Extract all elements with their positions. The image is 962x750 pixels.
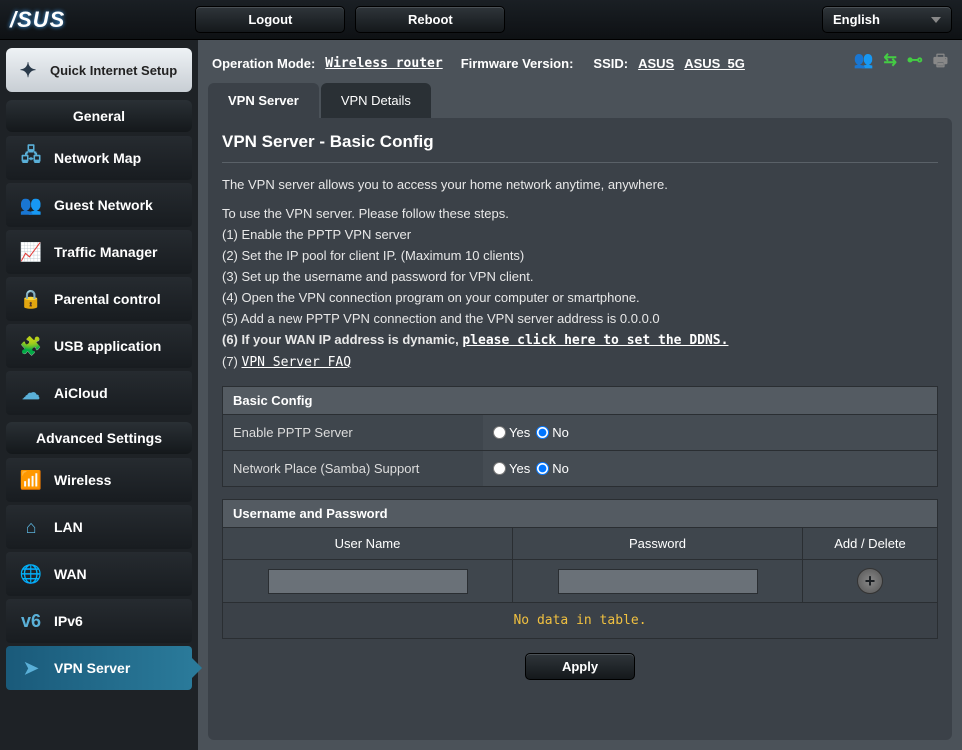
step-3: (3) Set up the username and password for… — [222, 269, 938, 284]
nav-icon: 📈 — [16, 240, 46, 264]
fw-label: Firmware Version: — [461, 56, 574, 71]
quick-setup-button[interactable]: ✦ Quick Internet Setup — [6, 48, 192, 92]
col-password: Password — [513, 528, 803, 560]
intro-text: The VPN server allows you to access your… — [222, 177, 938, 192]
step-5: (5) Add a new PPTP VPN connection and th… — [222, 311, 938, 326]
top-header: /SUS Logout Reboot English — [0, 0, 962, 40]
section-advanced: Advanced Settings — [6, 422, 192, 454]
nav-vpn-server[interactable]: ➤VPN Server — [6, 646, 192, 690]
status-icons: 👥 ⇆ ⊷ 🖶 — [854, 50, 948, 77]
op-mode-label: Operation Mode: — [212, 56, 315, 71]
nav-ipv6[interactable]: v6IPv6 — [6, 599, 192, 643]
tab-vpn-server[interactable]: VPN Server — [208, 83, 319, 118]
follow-text: To use the VPN server. Please follow the… — [222, 206, 938, 221]
nav-network-map[interactable]: 🖧Network Map — [6, 136, 192, 180]
tab-vpn-details[interactable]: VPN Details — [321, 83, 431, 118]
samba-no[interactable]: No — [536, 461, 569, 476]
ddns-link[interactable]: please click here to set the DDNS. — [462, 333, 728, 348]
userpass-table: User Name Password Add / Delete + — [222, 527, 938, 603]
divider — [222, 162, 938, 163]
step-2: (2) Set the IP pool for client IP. (Maxi… — [222, 248, 938, 263]
usb-icon[interactable]: ⊷ — [907, 50, 923, 77]
nav-lan[interactable]: ⌂LAN — [6, 505, 192, 549]
nav-icon: 🔒 — [16, 287, 46, 311]
language-label: English — [833, 12, 880, 27]
header-buttons: Logout Reboot — [195, 6, 505, 33]
nav-usb-application[interactable]: 🧩USB application — [6, 324, 192, 368]
ssid-label: SSID: — [593, 56, 628, 71]
basic-config-panel: Enable PPTP Server Yes No Network Place … — [222, 414, 938, 487]
nav-icon: 👥 — [16, 193, 46, 217]
quick-setup-label: Quick Internet Setup — [50, 63, 177, 78]
username-input[interactable] — [268, 569, 468, 594]
no-data-message: No data in table. — [222, 603, 938, 639]
samba-label: Network Place (Samba) Support — [223, 451, 483, 486]
nav-traffic-manager[interactable]: 📈Traffic Manager — [6, 230, 192, 274]
nav-icon: v6 — [16, 609, 46, 633]
step-4: (4) Open the VPN connection program on y… — [222, 290, 938, 305]
userpass-header: Username and Password — [222, 499, 938, 527]
page-title: VPN Server - Basic Config — [222, 132, 938, 152]
enable-pptp-label: Enable PPTP Server — [223, 415, 483, 450]
sidebar: ✦ Quick Internet Setup General 🖧Network … — [0, 40, 198, 750]
col-add-delete: Add / Delete — [803, 528, 938, 560]
nav-icon: ➤ — [16, 656, 46, 680]
pptp-yes[interactable]: Yes — [493, 425, 530, 440]
password-input[interactable] — [558, 569, 758, 594]
nav-icon: ☁ — [16, 381, 46, 405]
basic-config-header: Basic Config — [222, 386, 938, 414]
wand-icon: ✦ — [14, 56, 42, 84]
apply-button[interactable]: Apply — [525, 653, 635, 680]
language-selector[interactable]: English — [822, 6, 952, 33]
nav-icon: 🧩 — [16, 334, 46, 358]
nav-wan[interactable]: 🌐WAN — [6, 552, 192, 596]
pptp-no[interactable]: No — [536, 425, 569, 440]
nav-parental-control[interactable]: 🔒Parental control — [6, 277, 192, 321]
info-bar: Operation Mode: Wireless router Firmware… — [198, 40, 962, 83]
chevron-down-icon — [931, 17, 941, 23]
faq-link[interactable]: VPN Server FAQ — [242, 355, 352, 370]
nav-icon: 🌐 — [16, 562, 46, 586]
step-6: (6) If your WAN IP address is dynamic, p… — [222, 332, 938, 348]
nav-icon: 🖧 — [16, 146, 46, 170]
add-row-button[interactable]: + — [857, 568, 883, 594]
step-7: (7) VPN Server FAQ — [222, 354, 938, 370]
main-panel: Operation Mode: Wireless router Firmware… — [198, 40, 962, 750]
ssid-2[interactable]: ASUS_5G — [684, 56, 745, 71]
samba-yes[interactable]: Yes — [493, 461, 530, 476]
nav-guest-network[interactable]: 👥Guest Network — [6, 183, 192, 227]
logout-button[interactable]: Logout — [195, 6, 345, 33]
nav-aicloud[interactable]: ☁AiCloud — [6, 371, 192, 415]
op-mode-link[interactable]: Wireless router — [325, 56, 442, 71]
clients-icon[interactable]: 👥 — [854, 50, 874, 77]
printer-icon[interactable]: 🖶 — [933, 50, 948, 77]
reboot-button[interactable]: Reboot — [355, 6, 505, 33]
col-username: User Name — [223, 528, 513, 560]
nav-icon: ⌂ — [16, 515, 46, 539]
nav-icon: 📶 — [16, 468, 46, 492]
brand-logo: /SUS — [10, 7, 65, 33]
network-icon[interactable]: ⇆ — [883, 50, 896, 77]
content-area: VPN Server - Basic Config The VPN server… — [208, 118, 952, 740]
section-general: General — [6, 100, 192, 132]
step-1: (1) Enable the PPTP VPN server — [222, 227, 938, 242]
nav-wireless[interactable]: 📶Wireless — [6, 458, 192, 502]
ssid-1[interactable]: ASUS — [638, 56, 674, 71]
tabs: VPN ServerVPN Details — [198, 83, 962, 118]
